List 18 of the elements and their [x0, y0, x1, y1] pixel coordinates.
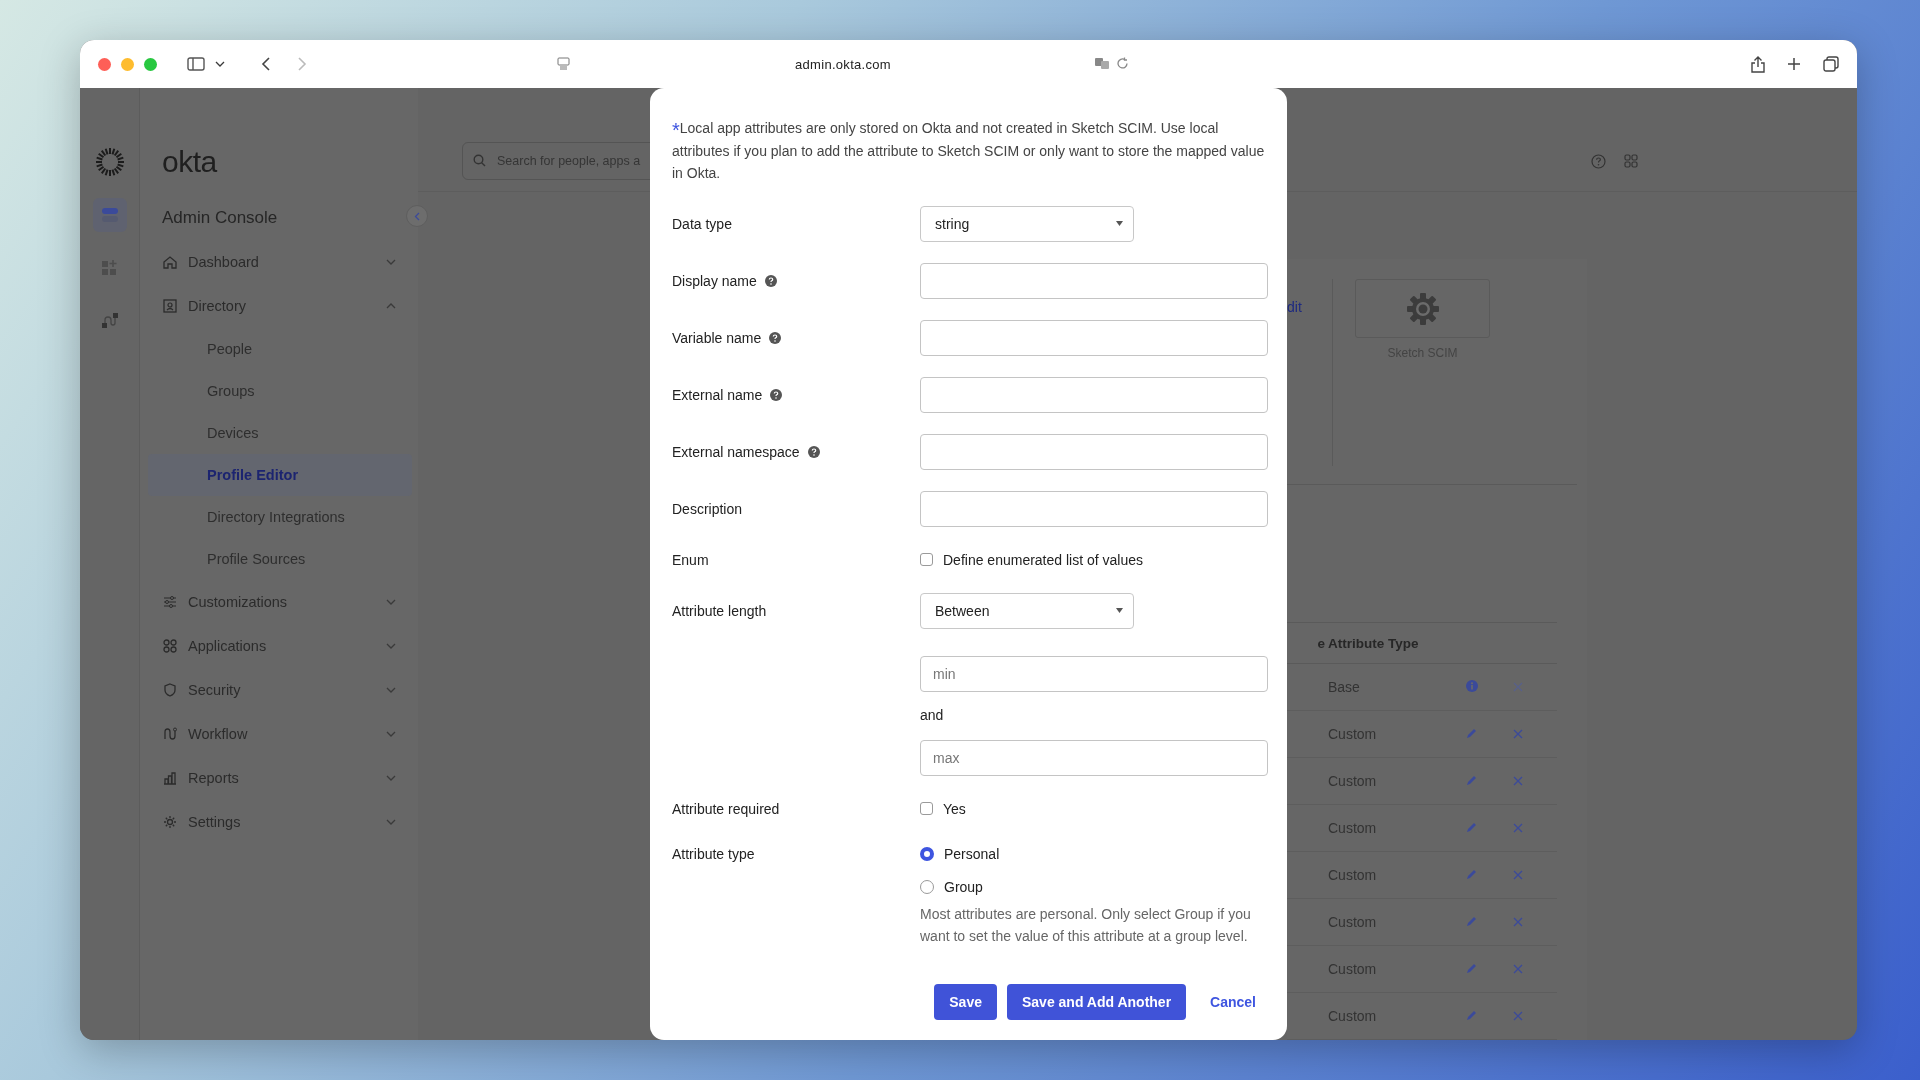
field-label: Attribute type — [672, 845, 755, 862]
checkbox-label: Yes — [943, 800, 966, 817]
console-title: Admin Console — [162, 208, 278, 228]
field-label: Enum — [672, 551, 709, 568]
field-label: Description — [672, 500, 743, 517]
field-label: External namespace — [672, 443, 800, 460]
field-label: External name — [672, 386, 763, 403]
radio-label: Group — [944, 878, 983, 895]
field-label: Variable name — [672, 329, 762, 346]
checkbox-label: Define enumerated list of values — [943, 551, 1143, 568]
hint-text: Most attributes are personal. Only select Group if you want to set the value of this attribute at a group level. — [920, 904, 1252, 946]
radio-label: Personal — [944, 845, 1000, 862]
joiner-text: and — [920, 705, 945, 724]
field-label: Attribute required — [672, 800, 780, 817]
column-header: Attribute Type — [1328, 622, 1466, 664]
field-label: Attribute length — [672, 602, 767, 619]
field-label: Data type — [672, 215, 732, 232]
field-label: Display name — [672, 272, 757, 289]
